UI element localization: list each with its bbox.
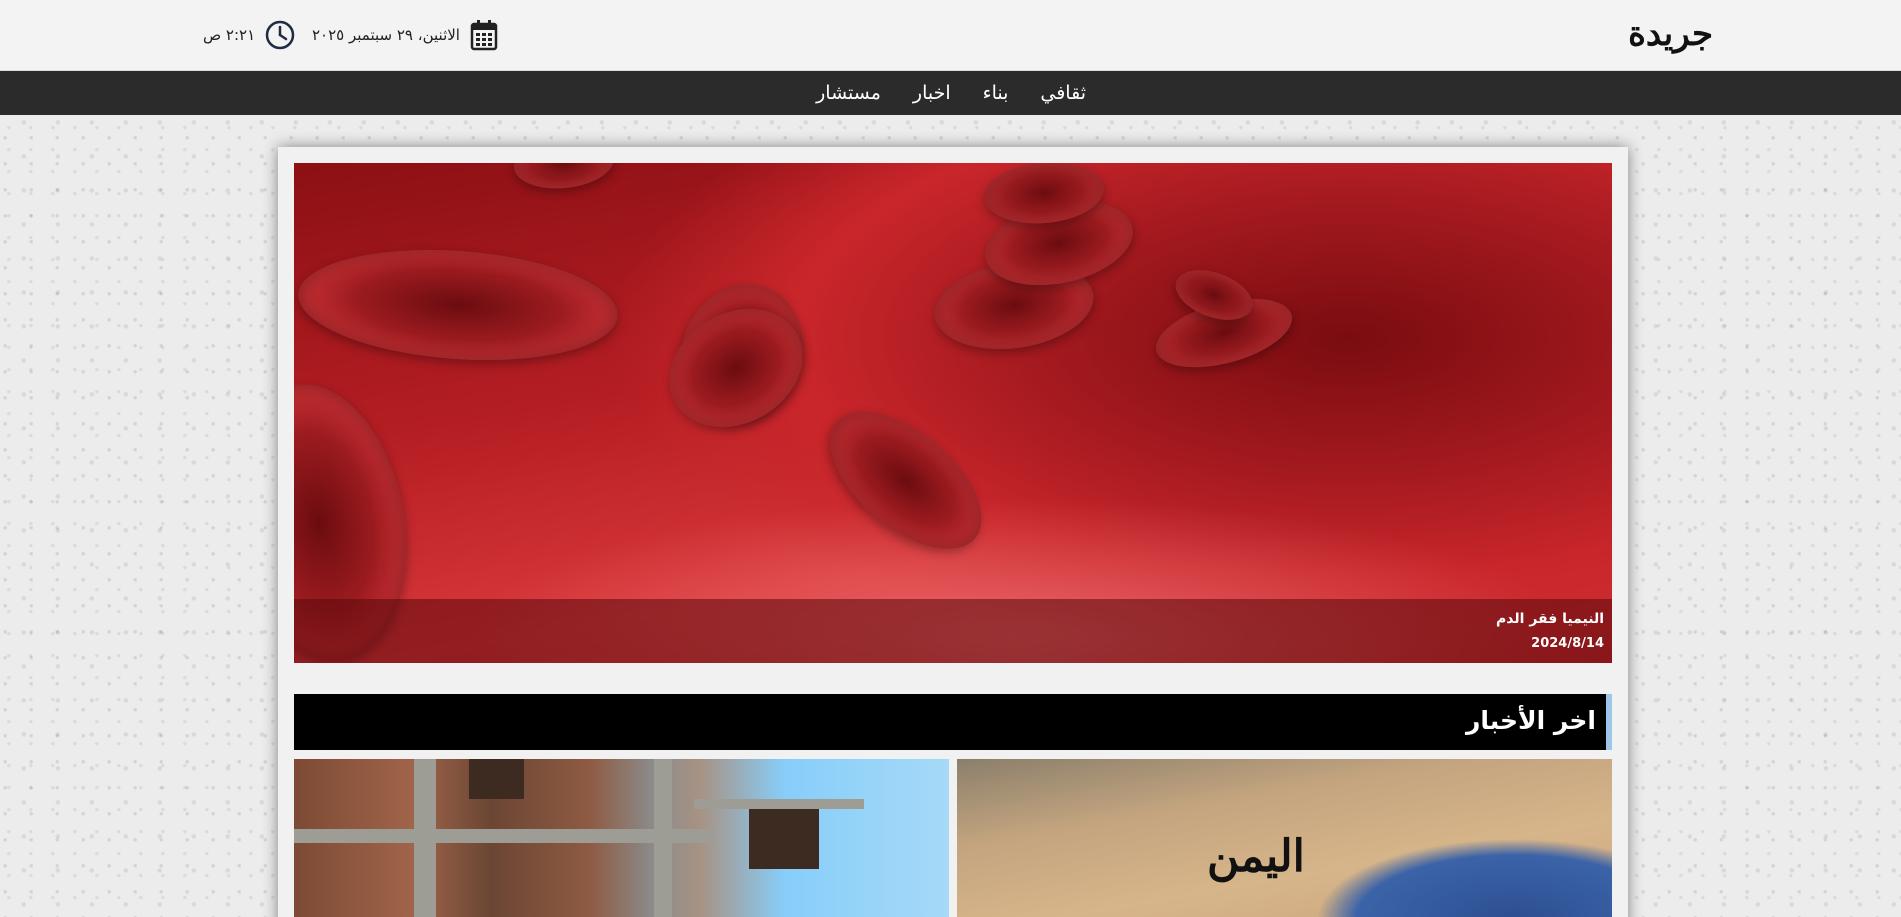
site-logo[interactable]: جريدة	[1628, 14, 1714, 54]
latest-news-title: اخر الأخبار	[1465, 706, 1596, 735]
current-time: ٢:٢١ ص	[203, 18, 295, 52]
hero-slider[interactable]: النيميا فقر الدم 2024/8/14	[294, 163, 1612, 663]
hero-image-blood-cell	[294, 239, 622, 371]
hero-image-blood-cell	[806, 386, 1006, 575]
nav-item-construction[interactable]: بناء	[983, 82, 1009, 104]
nav-item-culture[interactable]: ثقافي	[1040, 82, 1086, 104]
nav-item-news[interactable]: اخبار	[913, 82, 951, 104]
hero-title[interactable]: النيميا فقر الدم	[1496, 611, 1604, 627]
yemen-map-label: اليمن	[1207, 831, 1305, 882]
main-content-card: النيميا فقر الدم 2024/8/14 اخر الأخبار ا…	[278, 147, 1628, 917]
nav-item-consultant[interactable]: مستشار	[816, 82, 881, 104]
current-date: الاثنين، ٢٩ سبتمبر ٢٠٢٥	[312, 18, 498, 52]
date-text: الاثنين، ٢٩ سبتمبر ٢٠٢٥	[312, 26, 460, 44]
calendar-icon	[470, 19, 498, 51]
news-card-yemen[interactable]: اليمن	[957, 759, 1612, 917]
nav-list: ثقافي بناء اخبار مستشار	[816, 71, 1086, 115]
main-nav: ثقافي بناء اخبار مستشار	[0, 71, 1901, 115]
latest-news-header: اخر الأخبار	[294, 694, 1612, 750]
building-window	[469, 759, 524, 799]
building-slab	[294, 829, 714, 843]
time-text: ٢:٢١ ص	[203, 26, 256, 44]
news-card-building[interactable]	[294, 759, 949, 917]
building-slab	[694, 799, 864, 809]
building-window	[749, 809, 819, 869]
hero-caption: النيميا فقر الدم 2024/8/14	[294, 599, 1612, 663]
clock-icon	[265, 20, 295, 50]
hero-image-blood-cell	[511, 163, 617, 194]
hero-image-blood-cell	[647, 285, 825, 451]
hero-date: 2024/8/14	[1531, 636, 1604, 651]
top-header: جريدة الاثنين، ٢٩ سبتمبر ٢٠٢٥ ٢:٢١ ص	[0, 0, 1901, 71]
